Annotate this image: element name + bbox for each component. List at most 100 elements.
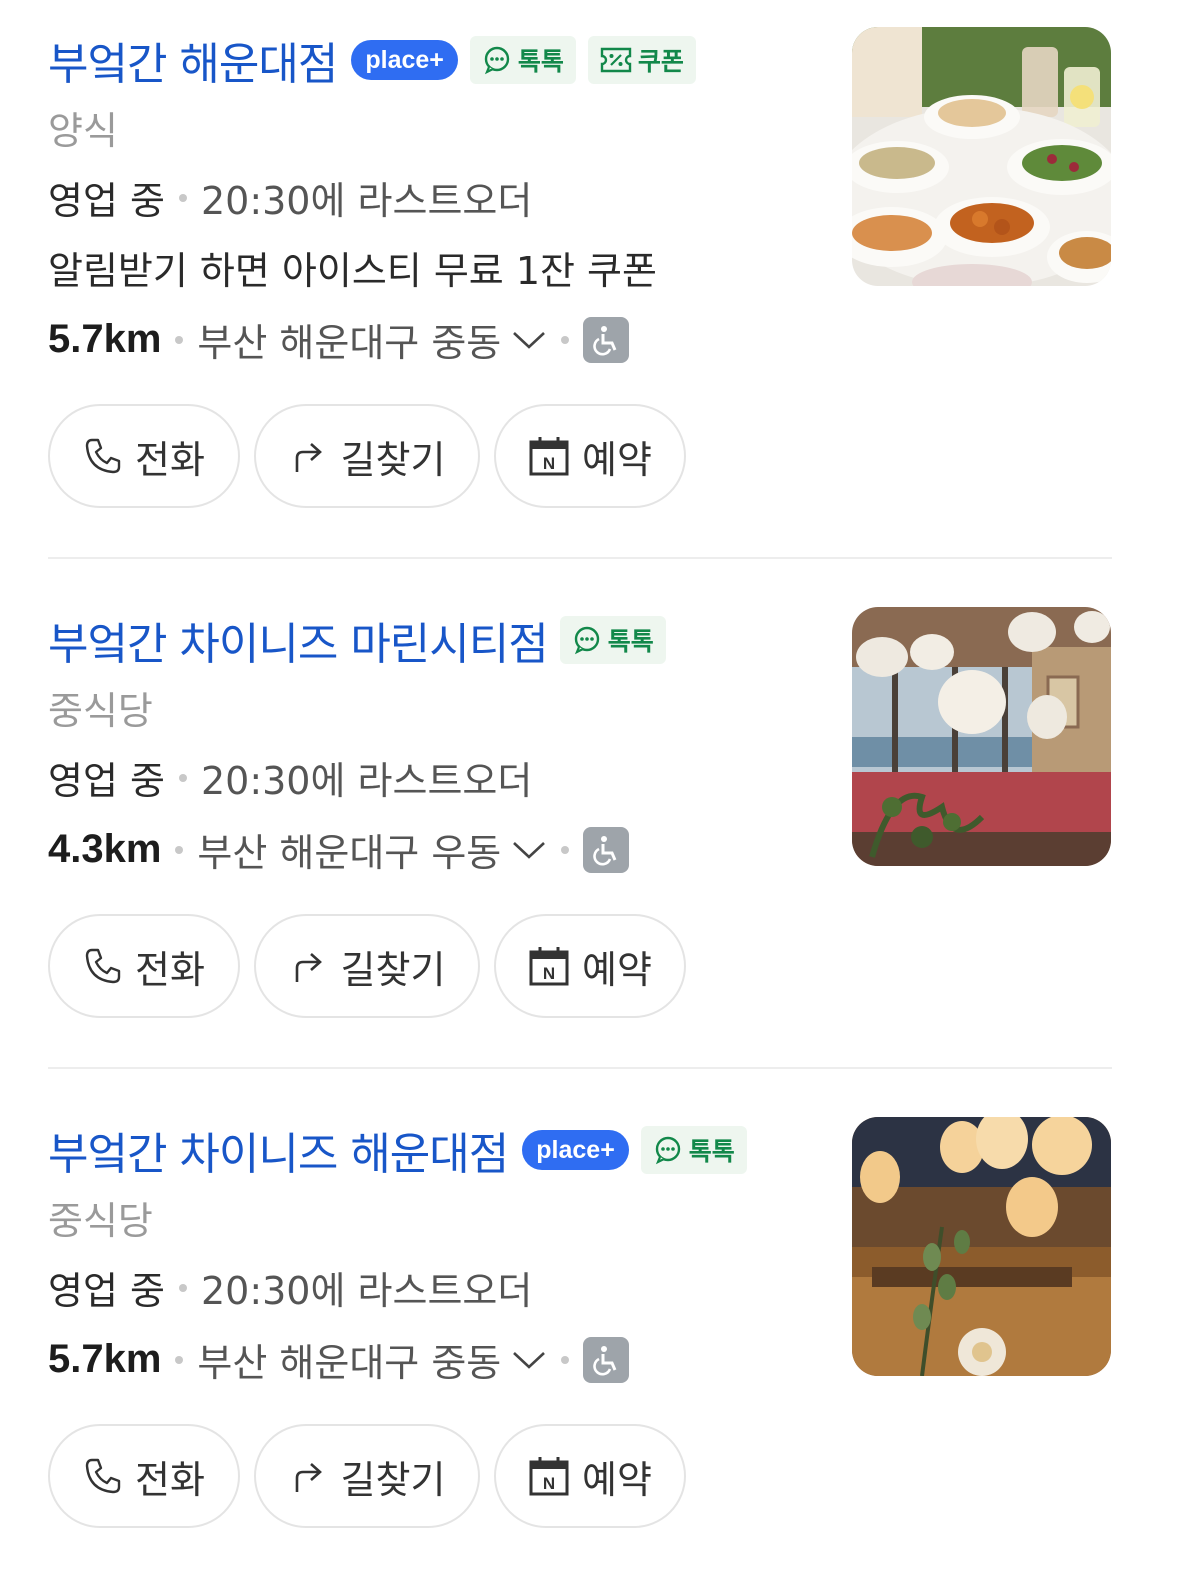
talktalk-badge[interactable]: 톡톡 [640,1126,747,1174]
directions-label: 길찾기 [340,437,446,482]
reserve-button[interactable]: N 예약 [494,1424,686,1528]
category-label: 중식당 [48,689,153,733]
reserve-button[interactable]: N 예약 [494,914,686,1018]
location-line: 4.3km 부산 해운대구 우동 [48,822,630,877]
action-buttons: 전화 길찾기 N 예약 [48,1424,686,1528]
restaurant-warm-interior-photo [852,1117,1111,1376]
call-label: 전화 [135,947,205,992]
svg-text:N: N [543,1474,555,1493]
distance: 4.3km [48,827,162,871]
last-order-text: 20:30에 라스트오더 [200,759,533,803]
coupon-icon [600,47,632,73]
hours-line: 영업 중 20:30에 라스트오더 [48,1260,532,1315]
restaurant-interior-lamps-photo [852,607,1111,866]
separator-dot [178,193,187,202]
category-label: 중식당 [48,1199,153,1243]
call-label: 전화 [135,437,205,482]
turn-arrow-icon [295,1463,322,1492]
hours-line: 영업 중 20:30에 라스트오더 [48,750,532,805]
action-buttons: 전화 길찾기 N 예약 [48,914,686,1018]
divider [48,1067,1112,1069]
open-status: 영업 중 [48,1269,165,1313]
category-label: 양식 [48,109,118,153]
wheelchair-accessible-icon [583,316,630,363]
reserve-button[interactable]: N 예약 [494,404,686,508]
last-order-text: 20:30에 라스트오더 [200,179,533,223]
chevron-down-icon[interactable] [511,838,547,862]
distance: 5.7km [48,1337,162,1381]
address-text[interactable]: 부산 해운대구 우동 [197,822,501,877]
reserve-label: 예약 [582,947,652,992]
address-text[interactable]: 부산 해운대구 중동 [197,312,501,367]
place-name-link[interactable]: 부엌간 차이니즈 해운대점 [48,1118,509,1182]
place-plus-badge: place+ [522,1130,629,1170]
place-card: 부엌간 해운대점 place+ 톡톡 쿠폰 양식 영업 중 20:30에 라스트… [0,0,1179,520]
location-line: 5.7km 부산 해운대구 중동 [48,1332,630,1387]
coupon-badge[interactable]: 쿠폰 [587,36,696,84]
last-order-text: 20:30에 라스트오더 [200,1269,533,1313]
directions-label: 길찾기 [340,1457,446,1502]
chevron-down-icon[interactable] [511,328,547,352]
title-row: 부엌간 해운대점 place+ 톡톡 쿠폰 [48,28,696,92]
talktalk-label: 톡톡 [607,627,654,656]
separator-dot [178,773,187,782]
chat-bubble-icon [574,626,599,655]
phone-icon [85,1458,121,1494]
call-button[interactable]: 전화 [48,1424,240,1528]
wheelchair-accessible-icon [583,1336,630,1383]
place-name-link[interactable]: 부엌간 해운대점 [48,28,338,92]
directions-button[interactable]: 길찾기 [254,404,480,508]
coupon-label: 쿠폰 [637,47,684,76]
distance: 5.7km [48,317,162,361]
svg-text:N: N [543,964,555,983]
open-status: 영업 중 [48,179,165,223]
title-row: 부엌간 차이니즈 해운대점 place+ 톡톡 [48,1118,747,1182]
call-button[interactable]: 전화 [48,914,240,1018]
separator-dot [561,845,570,854]
divider [48,557,1112,559]
naver-calendar-icon: N [529,437,569,476]
place-name-link[interactable]: 부엌간 차이니즈 마린시티점 [48,608,549,672]
location-line: 5.7km 부산 해운대구 중동 [48,312,630,367]
phone-icon [85,438,121,474]
separator-dot [175,335,184,344]
separator-dot [175,1355,184,1364]
call-button[interactable]: 전화 [48,404,240,508]
food-table-photo [852,27,1111,286]
title-row: 부엌간 차이니즈 마린시티점 톡톡 [48,608,666,672]
wheelchair-accessible-icon [583,826,630,873]
separator-dot [178,1283,187,1292]
place-photo[interactable] [852,27,1111,286]
directions-button[interactable]: 길찾기 [254,1424,480,1528]
promo-text[interactable]: 알림받기 하면 아이스티 무료 1잔 쿠폰 [48,240,657,295]
search-results: 부엌간 해운대점 place+ 톡톡 쿠폰 양식 영업 중 20:30에 라스트… [0,0,1179,1596]
place-photo[interactable] [852,607,1111,866]
turn-arrow-icon [295,953,322,982]
phone-icon [85,948,121,984]
reserve-label: 예약 [582,1457,652,1502]
naver-calendar-icon: N [529,1457,569,1496]
place-card: 부엌간 차이니즈 해운대점 place+ 톡톡 중식당 영업 중 20:30에 … [0,1090,1179,1596]
naver-calendar-icon: N [529,947,569,986]
reserve-label: 예약 [582,437,652,482]
directions-label: 길찾기 [340,947,446,992]
action-buttons: 전화 길찾기 N 예약 [48,404,686,508]
talktalk-label: 톡톡 [688,1137,735,1166]
separator-dot [175,845,184,854]
place-card: 부엌간 차이니즈 마린시티점 톡톡 중식당 영업 중 20:30에 라스트오더 … [0,580,1179,1100]
address-text[interactable]: 부산 해운대구 중동 [197,1332,501,1387]
separator-dot [561,1355,570,1364]
place-photo[interactable] [852,1117,1111,1376]
svg-text:N: N [543,454,555,473]
hours-line: 영업 중 20:30에 라스트오더 [48,170,532,225]
talktalk-label: 톡톡 [517,47,564,76]
turn-arrow-icon [295,443,322,472]
talktalk-badge[interactable]: 톡톡 [559,616,666,664]
chat-bubble-icon [655,1136,680,1165]
talktalk-badge[interactable]: 톡톡 [469,36,576,84]
chevron-down-icon[interactable] [511,1348,547,1372]
separator-dot [561,335,570,344]
place-plus-badge: place+ [351,40,458,80]
chat-bubble-icon [484,46,510,75]
directions-button[interactable]: 길찾기 [254,914,480,1018]
